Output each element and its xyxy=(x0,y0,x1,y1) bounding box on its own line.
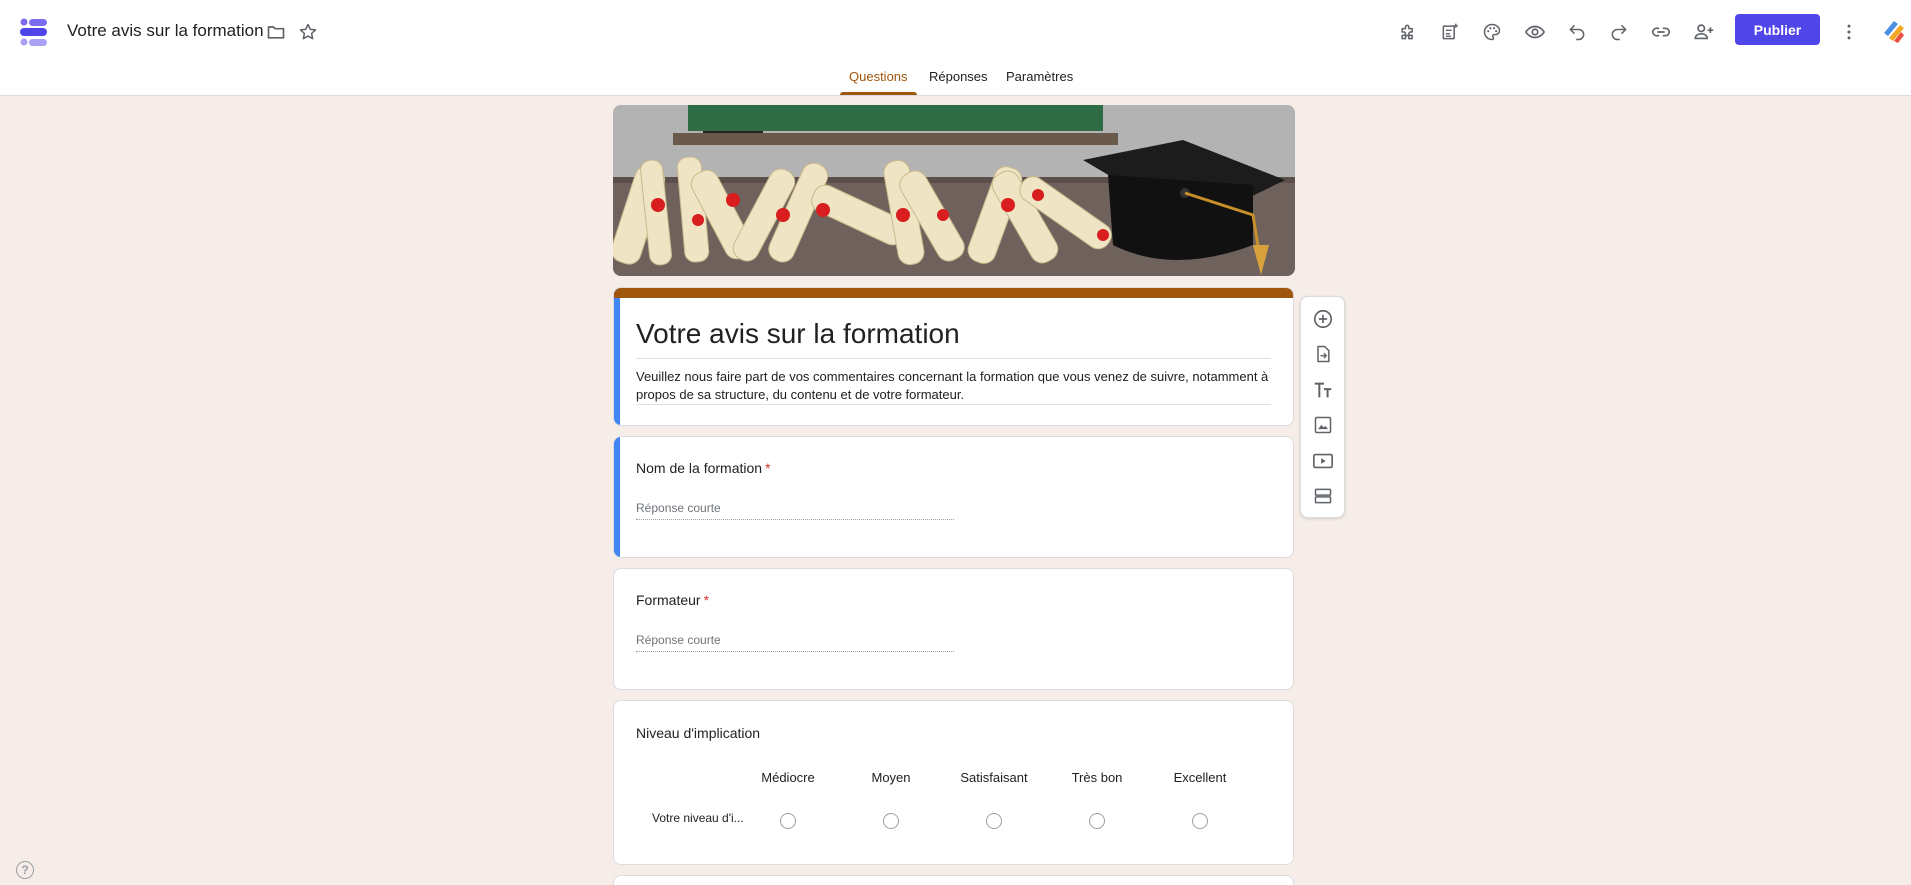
grid-radio-tres-bon[interactable] xyxy=(1089,813,1105,829)
tab-responses[interactable]: Réponses xyxy=(929,69,988,84)
add-question-icon[interactable] xyxy=(1310,306,1336,332)
help-icon[interactable]: ? xyxy=(16,861,34,879)
question-title: Formateur * xyxy=(636,592,709,608)
question-title: Nom de la formation * xyxy=(636,460,771,476)
customize-theme-icon[interactable] xyxy=(1435,17,1465,47)
short-answer-input[interactable] xyxy=(636,496,954,520)
theme-color-strip xyxy=(614,288,1293,298)
undo-icon[interactable] xyxy=(1562,17,1592,47)
grid-radio-mediocre[interactable] xyxy=(780,813,796,829)
grid-row-label: Votre niveau d'i... xyxy=(652,811,744,825)
star-icon[interactable] xyxy=(296,20,320,44)
forms-app-logo[interactable] xyxy=(20,17,48,47)
required-asterisk: * xyxy=(765,460,771,476)
question-card-next[interactable] xyxy=(613,875,1294,885)
short-answer-input[interactable] xyxy=(636,628,954,652)
more-vert-icon[interactable] xyxy=(1834,17,1864,47)
add-title-icon[interactable] xyxy=(1310,377,1336,403)
question-card-training-name[interactable]: Nom de la formation * xyxy=(613,436,1294,558)
grid-column-label: Moyen xyxy=(871,770,911,785)
document-title[interactable]: Votre avis sur la formation xyxy=(67,21,264,41)
palette-icon[interactable] xyxy=(1477,17,1507,47)
header-banner-image xyxy=(613,105,1295,276)
grid-column-label: Médiocre xyxy=(761,770,815,785)
title-underline xyxy=(636,358,1271,359)
add-video-icon[interactable] xyxy=(1310,448,1336,474)
tab-bar: Questions Réponses Paramètres xyxy=(0,60,1911,96)
import-questions-icon[interactable] xyxy=(1310,341,1336,367)
link-icon[interactable] xyxy=(1646,17,1676,47)
add-section-icon[interactable] xyxy=(1310,483,1336,509)
extension-logo-icon[interactable] xyxy=(1880,19,1906,45)
folder-icon[interactable] xyxy=(264,20,288,44)
tab-questions[interactable]: Questions xyxy=(849,69,908,84)
grid-column-label: Très bon xyxy=(1071,770,1123,785)
form-header-card[interactable]: Votre avis sur la formation Veuillez nou… xyxy=(613,287,1294,426)
top-bar: Votre avis sur la formation Publier Ques xyxy=(0,0,1911,96)
active-tab-indicator xyxy=(840,92,917,95)
grid-radio-satisfaisant[interactable] xyxy=(986,813,1002,829)
addons-icon[interactable] xyxy=(1393,17,1423,47)
description-underline xyxy=(636,404,1271,405)
grid-radio-excellent[interactable] xyxy=(1192,813,1208,829)
form-description[interactable]: Veuillez nous faire part de vos commenta… xyxy=(636,368,1273,404)
publish-button[interactable]: Publier xyxy=(1735,14,1820,45)
form-title[interactable]: Votre avis sur la formation xyxy=(636,318,960,350)
question-title-text[interactable]: Nom de la formation xyxy=(636,460,762,476)
grid-radio-moyen[interactable] xyxy=(883,813,899,829)
question-card-involvement-grid[interactable]: Niveau d'implication Médiocre Moyen Sati… xyxy=(613,700,1294,865)
add-collaborator-icon[interactable] xyxy=(1689,17,1719,47)
required-asterisk: * xyxy=(703,592,710,608)
redo-icon[interactable] xyxy=(1604,17,1634,47)
preview-icon[interactable] xyxy=(1520,17,1550,47)
add-image-icon[interactable] xyxy=(1310,412,1336,438)
question-title-text[interactable]: Formateur xyxy=(636,592,701,608)
question-title[interactable]: Niveau d'implication xyxy=(636,725,760,741)
tab-settings[interactable]: Paramètres xyxy=(1006,69,1073,84)
question-card-trainer[interactable]: Formateur * xyxy=(613,568,1294,690)
grid-column-label: Satisfaisant xyxy=(960,770,1028,785)
grid-column-label: Excellent xyxy=(1173,770,1227,785)
floating-question-toolbar xyxy=(1300,296,1345,518)
